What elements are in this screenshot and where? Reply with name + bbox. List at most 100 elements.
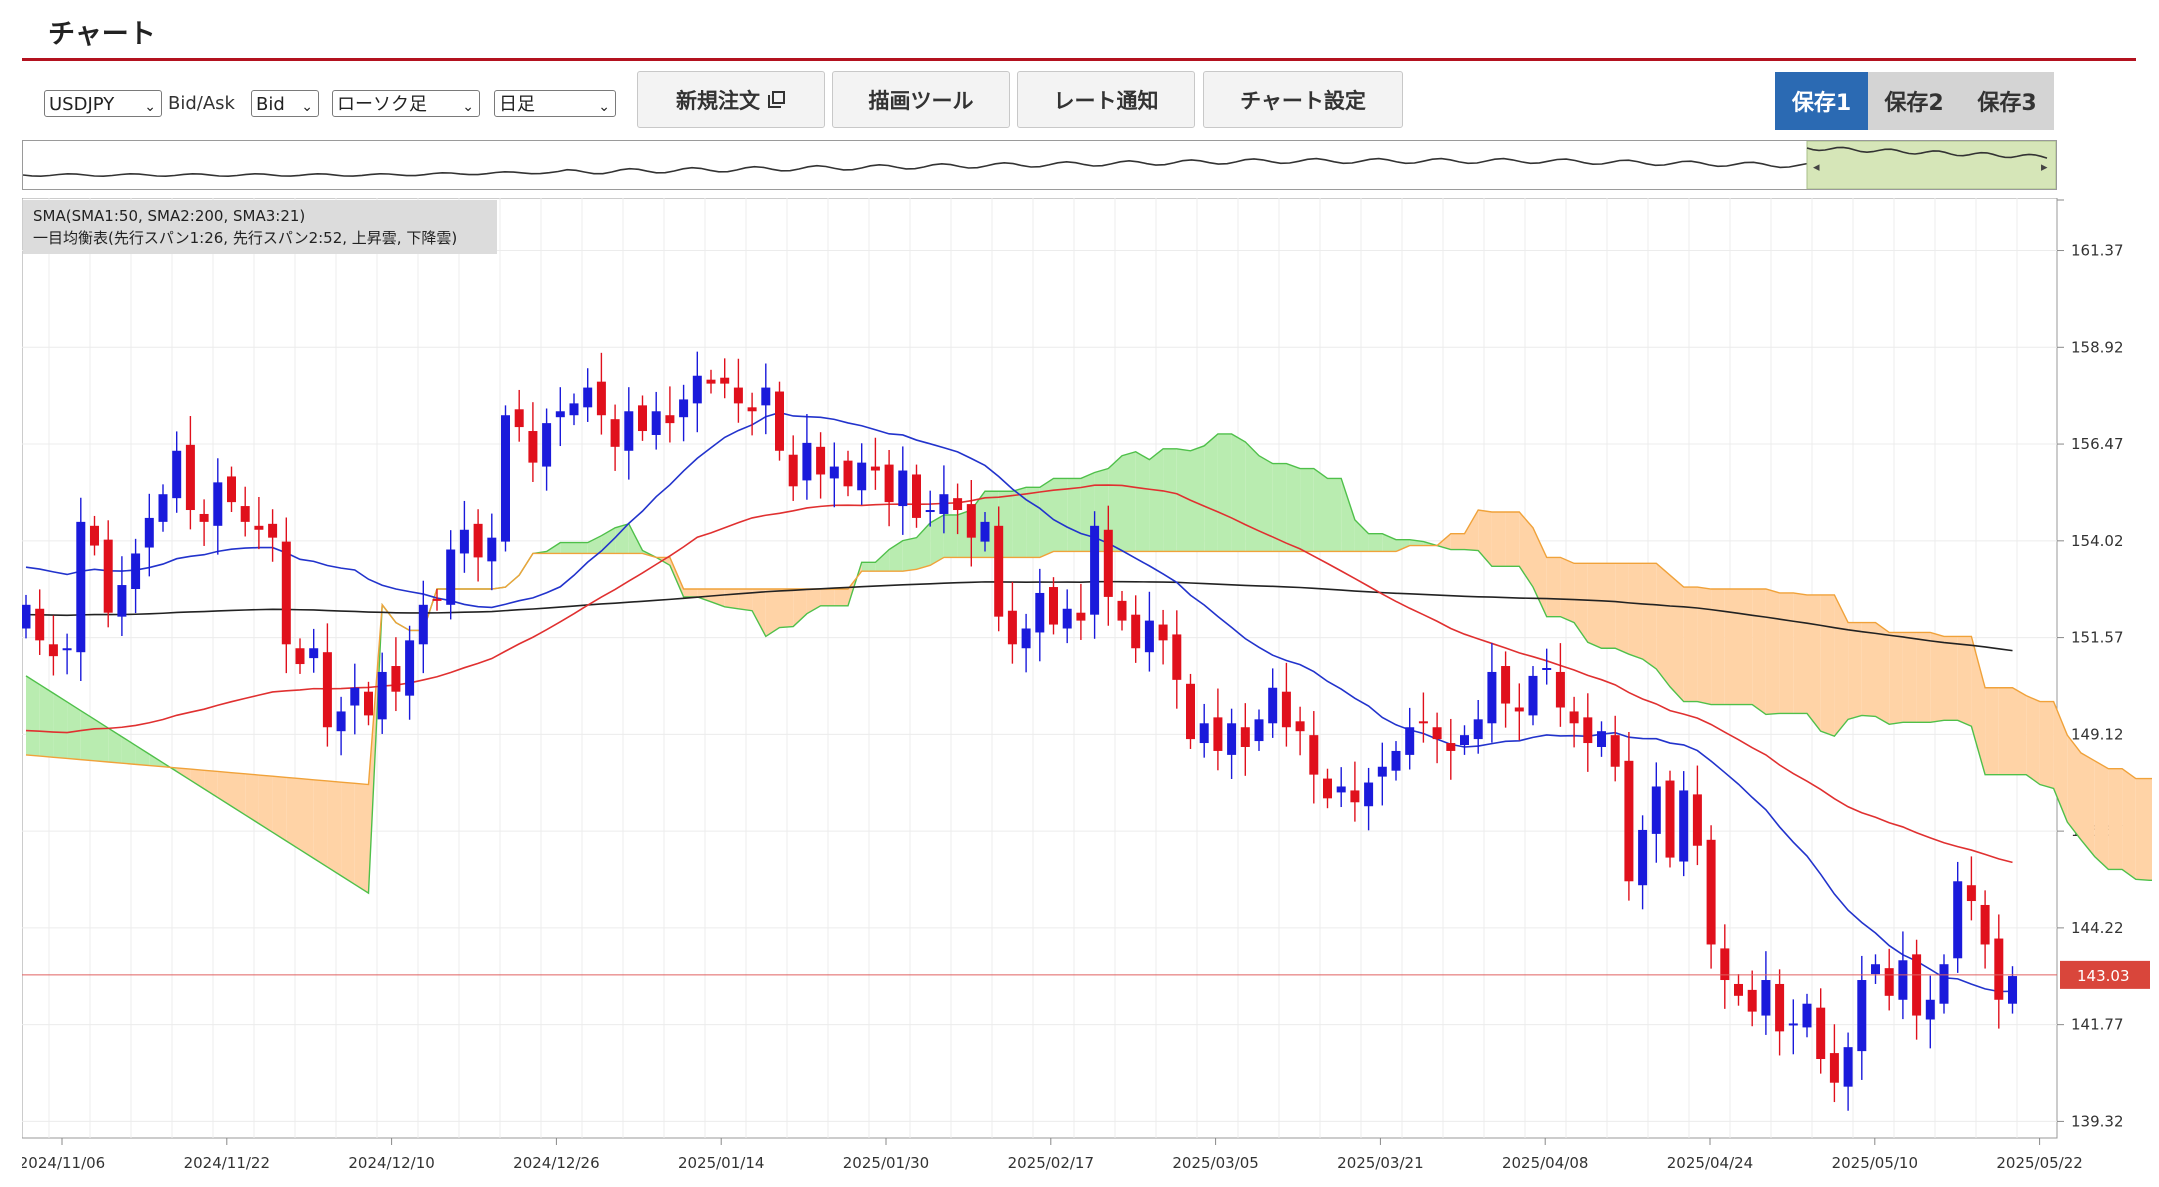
candle-up[interactable] bbox=[1939, 964, 1949, 1004]
navigator-right-handle-icon[interactable]: ▸ bbox=[2041, 160, 2048, 175]
candle-down[interactable] bbox=[1418, 721, 1428, 724]
candle-up[interactable] bbox=[898, 470, 908, 507]
candle-down[interactable] bbox=[1980, 904, 1990, 945]
candle-up[interactable] bbox=[555, 411, 565, 418]
candle-down[interactable] bbox=[473, 523, 483, 558]
candle-down[interactable] bbox=[1692, 794, 1702, 846]
candle-down[interactable] bbox=[1350, 790, 1360, 803]
candle-up[interactable] bbox=[1473, 719, 1483, 740]
candle-down[interactable] bbox=[665, 415, 675, 424]
candle-up[interactable] bbox=[2008, 976, 2017, 1004]
candle-down[interactable] bbox=[1747, 989, 1757, 1012]
candle-down[interactable] bbox=[610, 419, 620, 447]
candle-down[interactable] bbox=[432, 598, 442, 601]
candle-down[interactable] bbox=[1172, 634, 1182, 680]
candle-down[interactable] bbox=[747, 407, 757, 412]
candle-down[interactable] bbox=[1295, 721, 1305, 732]
candle-up[interactable] bbox=[761, 387, 771, 406]
candle-up[interactable] bbox=[939, 494, 949, 514]
candle-down[interactable] bbox=[391, 666, 401, 692]
candle-down[interactable] bbox=[1158, 624, 1168, 641]
candle-down[interactable] bbox=[1734, 983, 1743, 996]
candle-up[interactable] bbox=[1843, 1047, 1853, 1087]
candle-down[interactable] bbox=[295, 648, 305, 665]
candle-up[interactable] bbox=[624, 411, 634, 451]
candle-up[interactable] bbox=[158, 494, 168, 522]
candle-down[interactable] bbox=[1816, 1007, 1826, 1060]
candle-up[interactable] bbox=[1336, 786, 1346, 793]
candle-up[interactable] bbox=[1377, 766, 1387, 777]
candle-up[interactable] bbox=[1021, 628, 1031, 649]
bidask-select[interactable]: Bid ⌄ bbox=[251, 90, 319, 117]
candle-down[interactable] bbox=[528, 431, 538, 463]
navigator-left-handle-icon[interactable]: ◂ bbox=[1813, 160, 1820, 175]
candle-down[interactable] bbox=[1131, 614, 1141, 649]
candle-up[interactable] bbox=[1268, 687, 1278, 724]
candle-up[interactable] bbox=[1090, 525, 1100, 615]
candle-down[interactable] bbox=[1912, 954, 1922, 1016]
candle-down[interactable] bbox=[268, 523, 278, 538]
candle-down[interactable] bbox=[953, 498, 963, 511]
candle-up[interactable] bbox=[76, 521, 86, 653]
candle-up[interactable] bbox=[1802, 1003, 1812, 1028]
candle-up[interactable] bbox=[1651, 786, 1661, 834]
candle-down[interactable] bbox=[884, 464, 894, 503]
candle-down[interactable] bbox=[1103, 529, 1113, 597]
candle-down[interactable] bbox=[596, 381, 606, 416]
candle-up[interactable] bbox=[1638, 829, 1648, 886]
candle-down[interactable] bbox=[48, 644, 58, 657]
save-slot-1-tab[interactable]: 保存1 bbox=[1775, 72, 1868, 130]
candle-up[interactable] bbox=[405, 640, 415, 696]
candle-down[interactable] bbox=[1966, 885, 1976, 902]
candle-down[interactable] bbox=[281, 541, 291, 645]
candle-up[interactable] bbox=[1597, 731, 1606, 747]
candle-down[interactable] bbox=[1049, 587, 1058, 625]
candle-up[interactable] bbox=[1542, 668, 1552, 670]
candle-down[interactable] bbox=[185, 444, 195, 511]
save-slot-3-tab[interactable]: 保存3 bbox=[1960, 72, 2054, 130]
candle-up[interactable] bbox=[336, 711, 346, 732]
candle-down[interactable] bbox=[994, 525, 1004, 617]
candle-down[interactable] bbox=[1446, 743, 1456, 751]
candle-up[interactable] bbox=[1405, 727, 1415, 755]
candle-up[interactable] bbox=[1953, 881, 1963, 959]
candle-down[interactable] bbox=[364, 691, 373, 716]
candle-up[interactable] bbox=[1857, 980, 1867, 1052]
candle-down[interactable] bbox=[638, 405, 647, 432]
candle-down[interactable] bbox=[1076, 612, 1086, 621]
candle-down[interactable] bbox=[1775, 983, 1785, 1032]
drawing-tools-button[interactable]: 描画ツール bbox=[832, 71, 1010, 128]
candle-up[interactable] bbox=[1487, 671, 1497, 724]
candle-up[interactable] bbox=[1364, 782, 1374, 807]
candle-up[interactable] bbox=[1062, 608, 1072, 629]
new-order-button[interactable]: 新規注文 bbox=[637, 71, 825, 128]
candle-up[interactable] bbox=[487, 537, 497, 562]
candle-up[interactable] bbox=[1254, 719, 1264, 742]
candle-down[interactable] bbox=[1514, 707, 1524, 712]
candle-down[interactable] bbox=[1569, 711, 1579, 724]
candle-up[interactable] bbox=[1925, 999, 1935, 1020]
candle-down[interactable] bbox=[1117, 600, 1127, 621]
candle-up[interactable] bbox=[1528, 675, 1538, 716]
candle-up[interactable] bbox=[446, 549, 456, 605]
candle-up[interactable] bbox=[1035, 592, 1045, 633]
candle-down[interactable] bbox=[514, 409, 524, 428]
chart-settings-button[interactable]: チャート設定 bbox=[1203, 71, 1403, 128]
candle-down[interactable] bbox=[843, 460, 853, 487]
candle-up[interactable] bbox=[377, 671, 387, 720]
candle-up[interactable] bbox=[1871, 964, 1880, 975]
candle-up[interactable] bbox=[1227, 723, 1237, 755]
candle-down[interactable] bbox=[1829, 1053, 1839, 1083]
candle-down[interactable] bbox=[1213, 717, 1223, 751]
candle-up[interactable] bbox=[21, 604, 31, 629]
candle-down[interactable] bbox=[1323, 778, 1332, 799]
candle-down[interactable] bbox=[733, 387, 743, 404]
candle-down[interactable] bbox=[1432, 727, 1442, 740]
save-slot-2-tab[interactable]: 保存2 bbox=[1868, 72, 1960, 130]
candle-up[interactable] bbox=[1898, 960, 1908, 1000]
range-navigator[interactable]: ◂ ▸ bbox=[22, 140, 2057, 190]
candle-up[interactable] bbox=[569, 403, 579, 416]
candle-up[interactable] bbox=[501, 415, 510, 542]
candle-down[interactable] bbox=[254, 525, 264, 530]
candle-down[interactable] bbox=[1186, 683, 1195, 740]
